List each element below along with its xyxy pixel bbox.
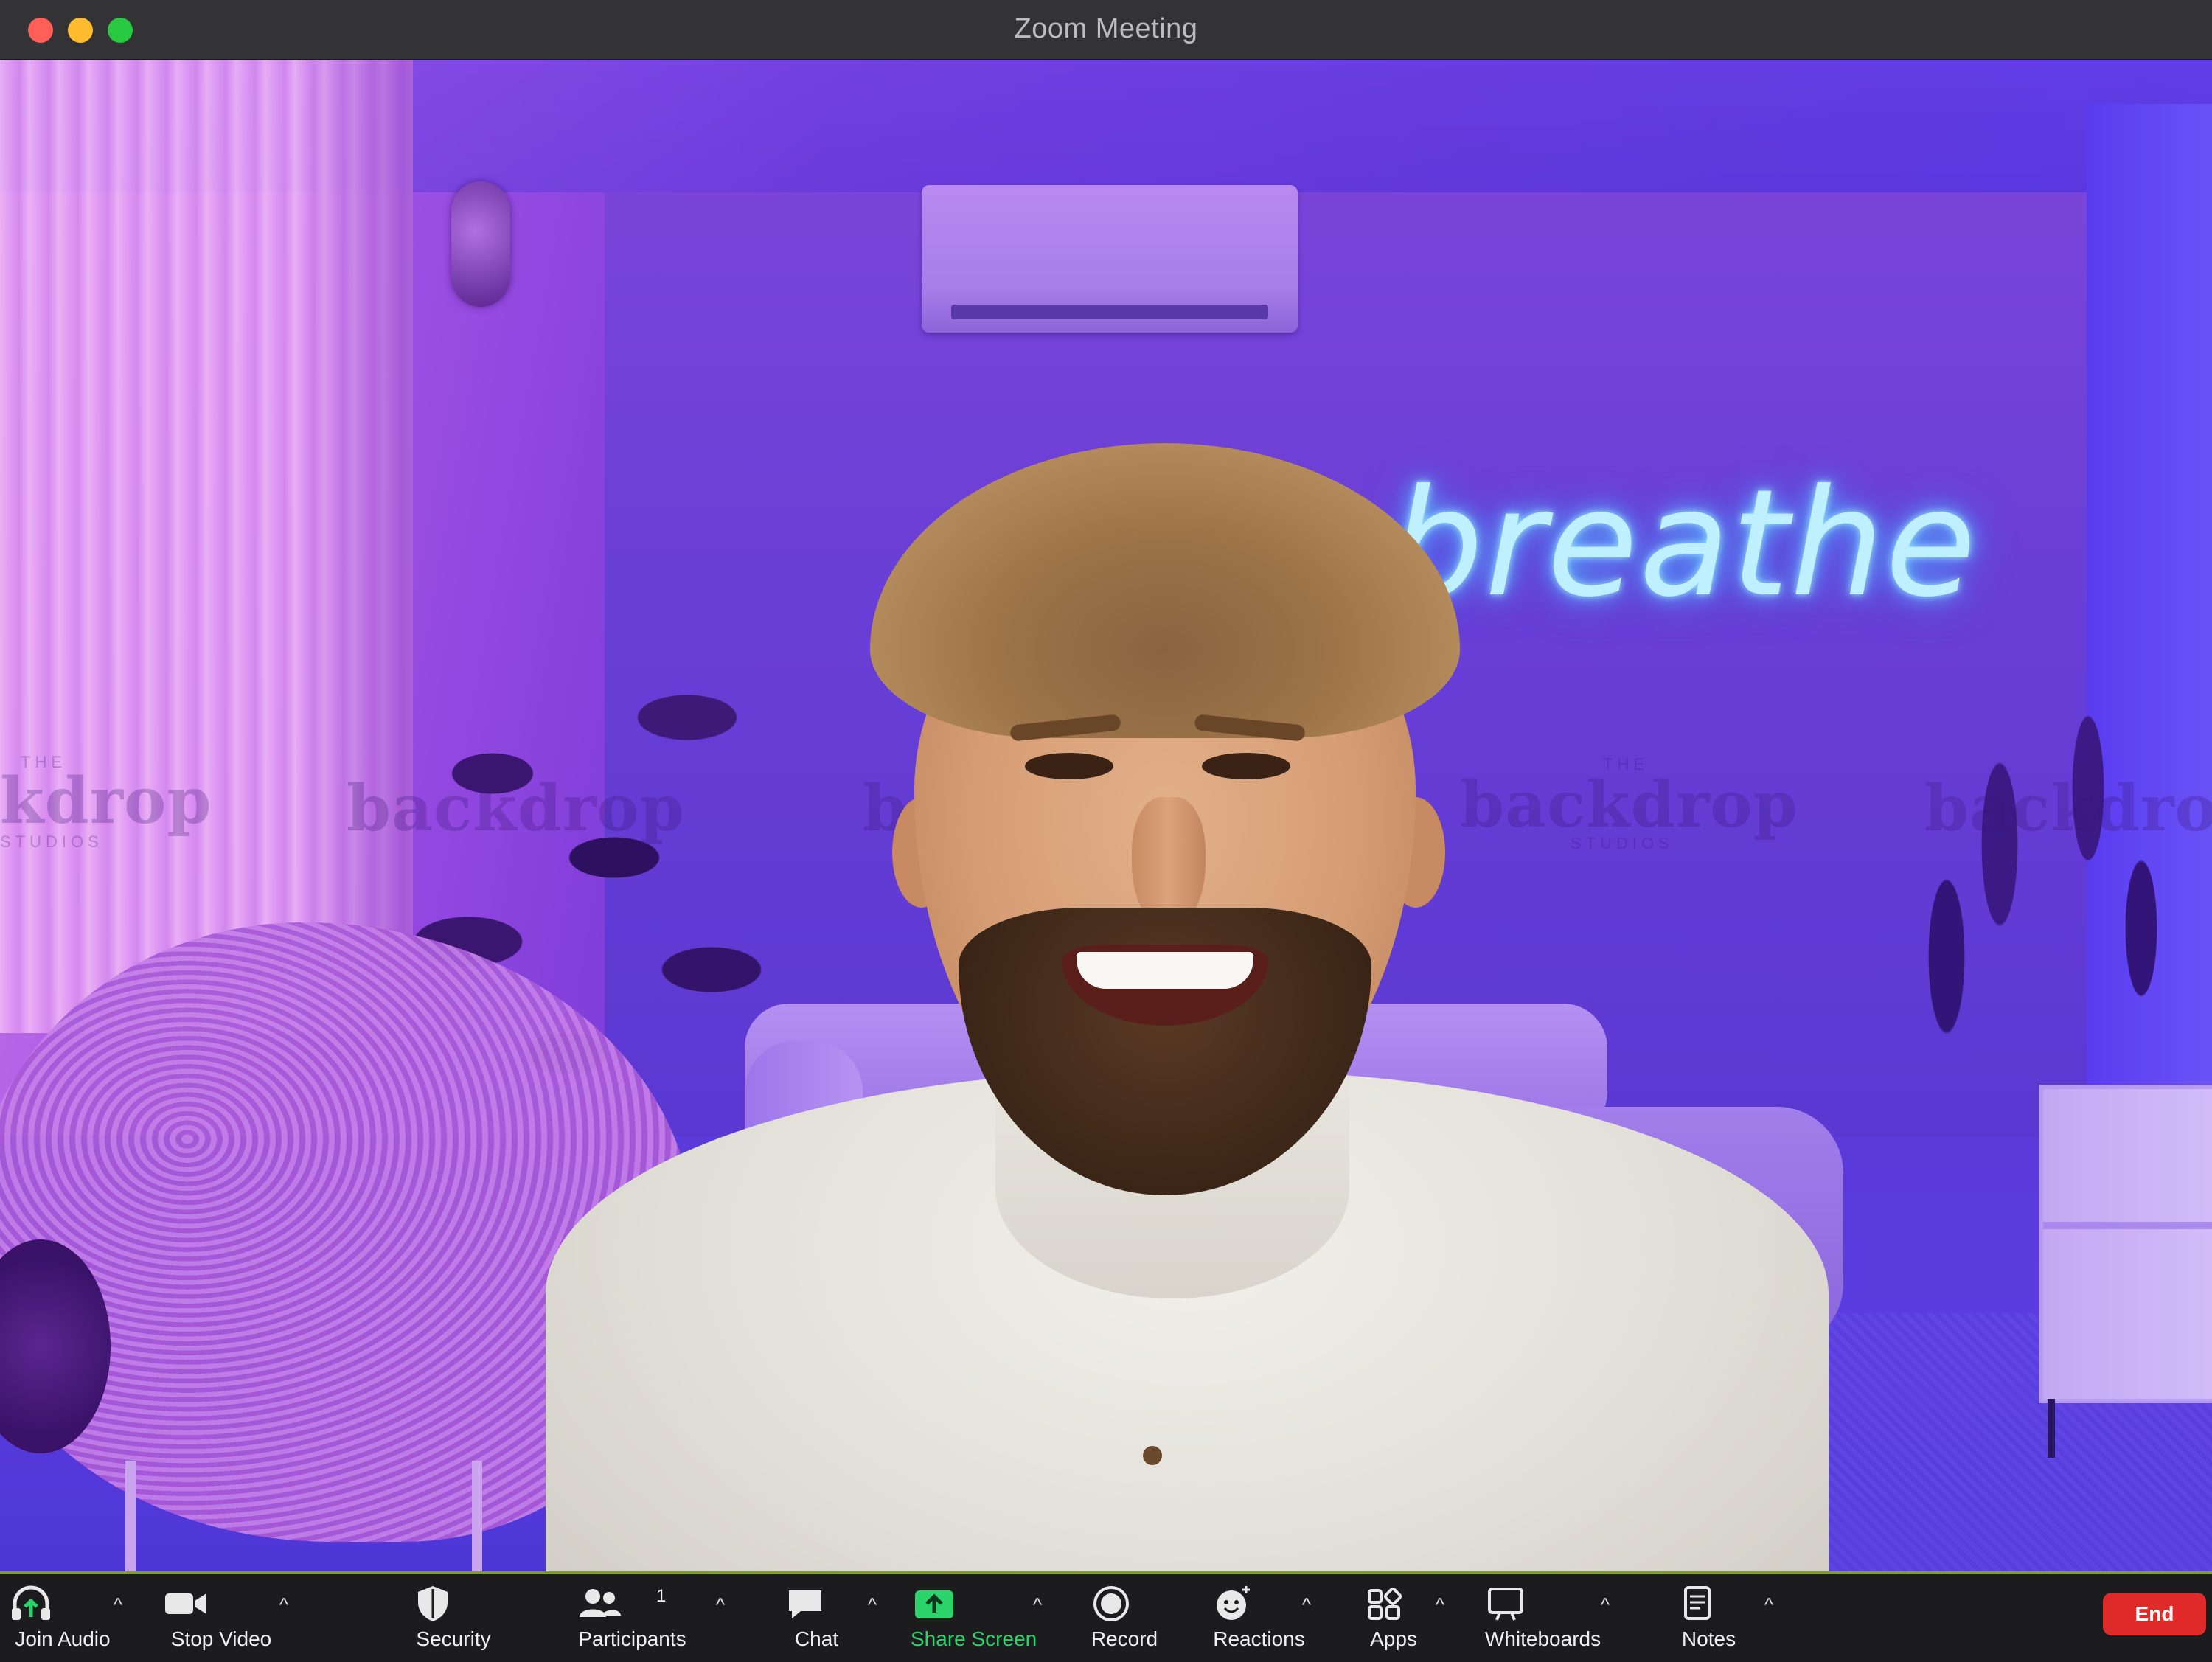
apps-icon: [1360, 1582, 1427, 1624]
chair-leg: [472, 1461, 482, 1571]
apps-button[interactable]: Apps: [1360, 1582, 1427, 1655]
video-camera-icon: [162, 1582, 280, 1624]
notes-options-caret[interactable]: ^: [1758, 1593, 1780, 1616]
notes-label: Notes: [1681, 1627, 1736, 1650]
video-feed: breathe THE kdrop STUDIOS backdrop backd…: [0, 60, 2212, 1571]
join-audio-button[interactable]: Join Audio: [7, 1582, 118, 1655]
whiteboards-label: Whiteboards: [1484, 1627, 1601, 1650]
shield-icon: [409, 1582, 498, 1624]
chat-button[interactable]: Chat: [782, 1582, 852, 1655]
stop-video-button[interactable]: Stop Video: [162, 1582, 280, 1655]
apps-label: Apps: [1370, 1627, 1417, 1650]
eye: [1202, 753, 1290, 779]
air-conditioner: [922, 185, 1298, 333]
share-options-caret[interactable]: ^: [1026, 1593, 1048, 1616]
audio-options-caret[interactable]: ^: [107, 1593, 129, 1616]
apps-options-caret[interactable]: ^: [1429, 1593, 1451, 1616]
video-options-caret[interactable]: ^: [273, 1593, 295, 1616]
join-audio-label: Join Audio: [15, 1627, 111, 1650]
chair-leg: [125, 1461, 136, 1571]
participants-options-caret[interactable]: ^: [709, 1593, 731, 1616]
record-button[interactable]: Record: [1088, 1582, 1161, 1655]
security-button[interactable]: Security: [409, 1582, 498, 1655]
participants-count: 1: [656, 1586, 667, 1606]
reactions-button[interactable]: Reactions: [1209, 1582, 1309, 1655]
reactions-options-caret[interactable]: ^: [1295, 1593, 1318, 1616]
watermark-bottom: STUDIOS: [0, 832, 103, 851]
headphones-icon: [7, 1582, 118, 1624]
smiley-icon: [1209, 1582, 1309, 1624]
plant-right: [1858, 620, 2212, 1181]
stop-video-label: Stop Video: [170, 1627, 272, 1650]
hair: [870, 443, 1460, 738]
record-label: Record: [1091, 1627, 1158, 1650]
share-screen-label: Share Screen: [911, 1627, 1037, 1650]
window-title: Zoom Meeting: [1014, 13, 1198, 44]
share-screen-button[interactable]: Share Screen: [911, 1582, 1037, 1655]
chat-options-caret[interactable]: ^: [861, 1593, 883, 1616]
participants-label: Participants: [578, 1627, 686, 1650]
chat-label: Chat: [794, 1627, 839, 1650]
record-icon: [1088, 1582, 1161, 1624]
whiteboard-icon: [1482, 1582, 1604, 1624]
end-meeting-button[interactable]: End: [2103, 1593, 2206, 1635]
participants-button[interactable]: Participants: [575, 1582, 689, 1655]
title-bar: Zoom Meeting: [0, 0, 2212, 60]
watermark: backdrop: [1924, 771, 2212, 846]
shirt-button: [1143, 1446, 1162, 1465]
wall-lamp: [451, 181, 510, 307]
meeting-toolbar: Join Audio ^ Stop Video ^ Security Parti…: [0, 1571, 2212, 1662]
participant-video: [516, 428, 1843, 1571]
participants-icon: [575, 1582, 689, 1624]
reactions-label: Reactions: [1213, 1627, 1305, 1650]
whiteboards-options-caret[interactable]: ^: [1594, 1593, 1616, 1616]
notes-icon: [1674, 1582, 1744, 1624]
security-label: Security: [416, 1627, 491, 1650]
chat-bubble-icon: [782, 1582, 852, 1624]
whiteboards-button[interactable]: Whiteboards: [1482, 1582, 1604, 1655]
eye: [1025, 753, 1113, 779]
watermark: kdrop: [0, 764, 212, 838]
share-screen-icon: [911, 1582, 1036, 1624]
notes-button[interactable]: Notes: [1674, 1582, 1744, 1655]
